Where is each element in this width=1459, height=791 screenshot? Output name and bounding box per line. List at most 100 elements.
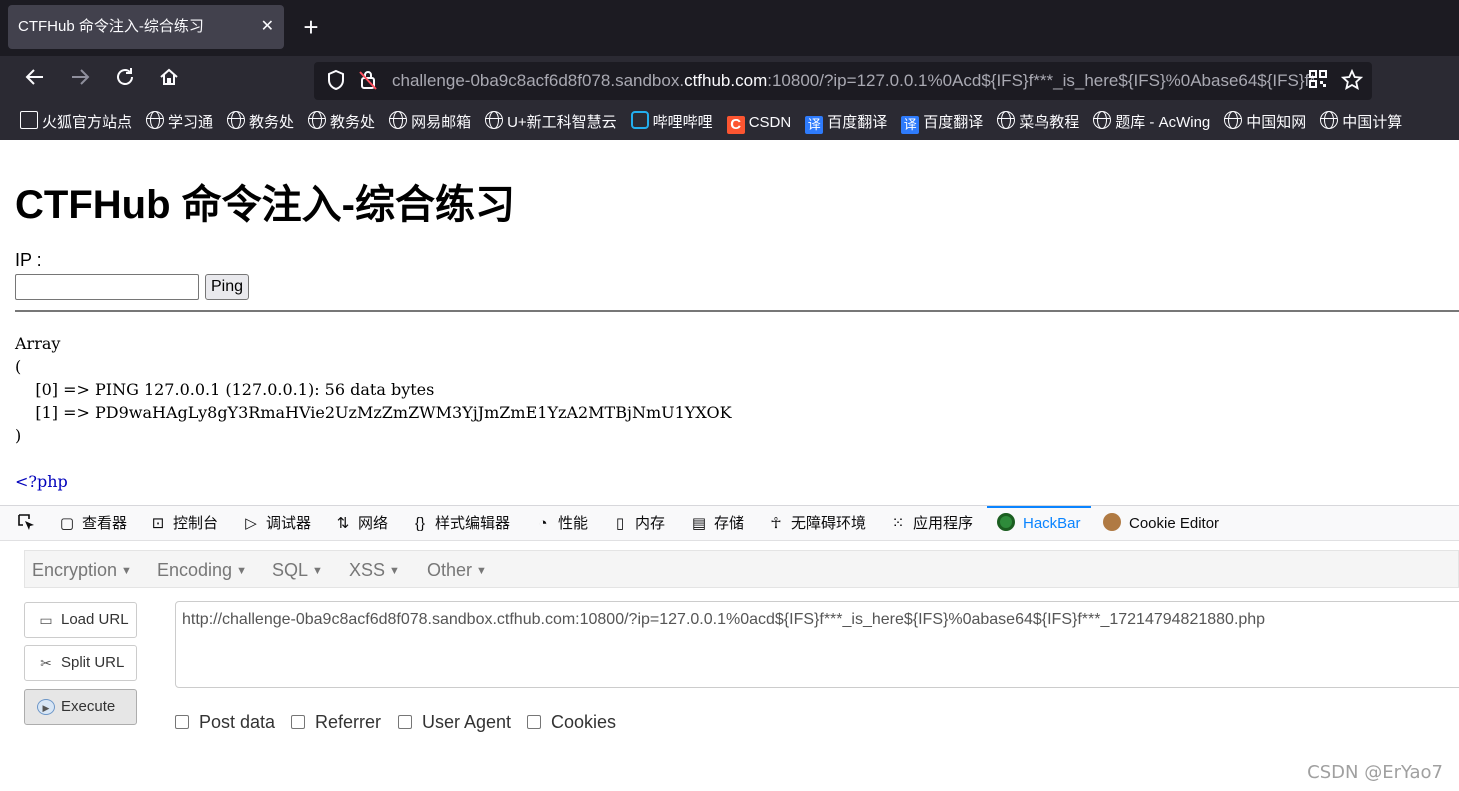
post-data-checkbox[interactable]	[175, 715, 189, 729]
referrer-option[interactable]: Referrer	[291, 711, 381, 733]
tab-label: 存储	[714, 515, 745, 532]
menu-encryption[interactable]: Encryption ▼	[32, 551, 132, 589]
cookies-option[interactable]: Cookies	[527, 711, 616, 733]
insecure-lock-icon[interactable]	[356, 69, 380, 93]
menu-label: SQL	[272, 560, 309, 580]
bookmark-label: 百度翻译	[827, 114, 888, 131]
bookmark-item[interactable]: 学习通	[146, 106, 213, 140]
storage-icon: ▤	[691, 515, 707, 532]
tab-label: 查看器	[82, 515, 128, 532]
menu-label: Encryption	[32, 560, 118, 580]
tab-application[interactable]: ⁙ 应用程序	[889, 506, 973, 541]
referrer-checkbox[interactable]	[291, 715, 305, 729]
tracking-protection-shield-icon[interactable]	[324, 69, 348, 93]
style-editor-icon: {}	[414, 515, 426, 532]
bookmark-label: 火狐官方站点	[42, 114, 133, 131]
globe-icon	[1093, 111, 1112, 129]
bookmark-item[interactable]: 中国知网	[1224, 106, 1306, 140]
bookmark-item[interactable]: 教务处	[308, 106, 375, 140]
url-domain: ctfhub.com	[684, 71, 768, 90]
bookmark-item[interactable]: 译百度翻译	[901, 106, 983, 140]
load-url-button[interactable]: ▭ Load URL	[24, 602, 137, 638]
qr-code-icon[interactable]	[1306, 69, 1330, 93]
bookmark-item[interactable]: U+新工科智慧云	[485, 106, 617, 140]
console-icon: ⊡	[151, 515, 165, 532]
close-tab-icon[interactable]: ✕	[261, 5, 274, 49]
url-bar[interactable]: challenge-0ba9c8acf6d8f078.sandbox.ctfhu…	[314, 62, 1372, 100]
tab-memory[interactable]: ▯ 内存	[611, 506, 665, 541]
post-data-option[interactable]: Post data	[175, 711, 275, 733]
bookmark-item[interactable]: 哔哩哔哩	[630, 106, 713, 140]
hackbar-icon	[997, 513, 1015, 531]
menu-label: XSS	[349, 560, 386, 580]
fanyi-icon: 译	[805, 116, 824, 134]
output-line-close: )	[15, 426, 22, 445]
globe-icon	[146, 111, 165, 129]
menu-other[interactable]: Other ▼	[427, 551, 487, 589]
tab-cookie-editor[interactable]: Cookie Editor	[1103, 506, 1219, 541]
tab-debugger[interactable]: ▷ 调试器	[242, 506, 311, 541]
bookmark-label: 中国计算	[1342, 114, 1403, 131]
tab-console[interactable]: ⊡ 控制台	[149, 506, 218, 541]
page-title: CTFHub 命令注入-综合练习	[15, 183, 515, 227]
element-picker-button[interactable]	[16, 506, 36, 541]
tab-label: Cookie Editor	[1129, 515, 1220, 532]
menu-label: Other	[427, 560, 473, 580]
browser-tab[interactable]: CTFHub 命令注入-综合练习 ✕	[8, 5, 284, 49]
globe-icon	[997, 111, 1016, 129]
tab-label: 网络	[358, 515, 389, 532]
tab-storage[interactable]: ▤ 存储	[690, 506, 744, 541]
devtools-toolbar: ▢ 查看器 ⊡ 控制台 ▷ 调试器 ⇅ 网络 {} 样式编辑器 ◔ 性能 ▯ 内存 ▤ 存储 ☥…	[0, 506, 1459, 541]
menu-xss[interactable]: XSS ▼	[349, 551, 400, 589]
back-button[interactable]	[21, 66, 49, 94]
reload-icon	[117, 68, 133, 85]
split-url-button[interactable]: ✂ Split URL	[24, 645, 137, 681]
bookmark-item[interactable]: 菜鸟教程	[997, 106, 1079, 140]
menu-encoding[interactable]: Encoding ▼	[157, 551, 247, 589]
globe-icon	[389, 111, 408, 129]
scissors-icon: ✂	[40, 655, 52, 671]
bookmark-item[interactable]: 题库 - AcWing	[1093, 106, 1210, 140]
url-suffix: :10800/?ip=127.0.0.1%0Acd${IFS}f***_is_h…	[767, 71, 1314, 90]
url-text[interactable]: challenge-0ba9c8acf6d8f078.sandbox.ctfhu…	[392, 62, 1314, 100]
bookmark-label: 教务处	[249, 114, 295, 131]
button-label: Execute	[61, 698, 116, 715]
bookmark-item[interactable]: 火狐官方站点	[20, 106, 132, 140]
hackbar-url-textarea[interactable]: http://challenge-0ba9c8acf6d8f078.sandbo…	[175, 601, 1459, 688]
bookmark-label: 学习通	[168, 114, 214, 131]
play-icon: ▶	[37, 699, 55, 715]
bookmark-star-icon[interactable]	[1340, 68, 1364, 93]
bookmark-item[interactable]: 中国计算	[1320, 106, 1402, 140]
bookmark-item[interactable]: 网易邮箱	[389, 106, 471, 140]
home-button[interactable]	[155, 66, 183, 94]
ip-input[interactable]	[15, 274, 199, 300]
php-source-text: <?php	[15, 472, 68, 491]
new-tab-button[interactable]: +	[298, 12, 324, 42]
forward-arrow-icon	[72, 69, 90, 85]
bookmark-label: 百度翻译	[923, 114, 984, 131]
tab-hackbar[interactable]: HackBar	[987, 506, 1091, 541]
bookmark-item[interactable]: C CSDN	[726, 106, 791, 140]
tab-accessibility[interactable]: ☥ 无障碍环境	[767, 506, 866, 541]
bookmark-item[interactable]: 教务处	[227, 106, 294, 140]
tab-label: 控制台	[173, 515, 219, 532]
tab-style-editor[interactable]: {} 样式编辑器	[411, 506, 510, 541]
bookmark-label: 题库 - AcWing	[1115, 114, 1211, 131]
option-label: Post data	[199, 712, 276, 732]
bilibili-icon	[630, 111, 649, 129]
tab-network[interactable]: ⇅ 网络	[334, 506, 388, 541]
cookies-checkbox[interactable]	[527, 715, 541, 729]
debugger-icon: ▷	[245, 515, 257, 532]
user-agent-checkbox[interactable]	[398, 715, 412, 729]
menu-sql[interactable]: SQL ▼	[272, 551, 323, 589]
user-agent-option[interactable]: User Agent	[398, 711, 511, 733]
csdn-icon: C	[726, 116, 745, 134]
forward-button[interactable]	[66, 66, 94, 94]
tab-inspector[interactable]: ▢ 查看器	[58, 506, 127, 541]
reload-button[interactable]	[111, 66, 139, 94]
execute-button[interactable]: ▶ Execute	[24, 689, 137, 725]
ping-button[interactable]: Ping	[205, 274, 249, 300]
bookmark-item[interactable]: 译百度翻译	[805, 106, 887, 140]
tab-performance[interactable]: ◔ 性能	[534, 506, 588, 541]
option-label: Referrer	[315, 712, 382, 732]
